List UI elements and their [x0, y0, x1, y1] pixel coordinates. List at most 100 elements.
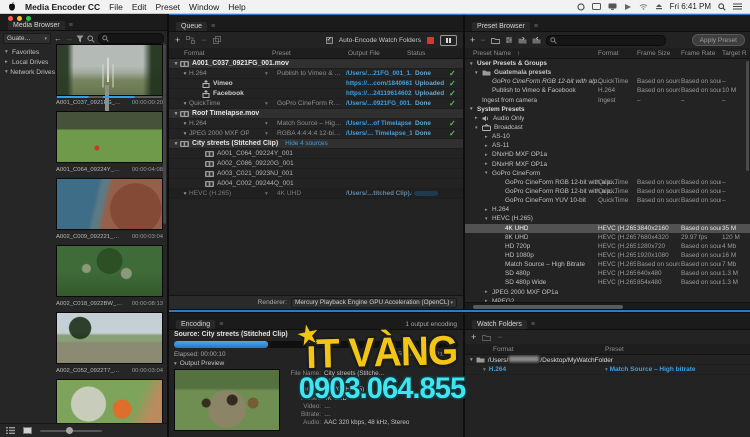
- filter-icon[interactable]: [76, 35, 84, 43]
- menu-item[interactable]: Window: [189, 2, 219, 12]
- queue-row[interactable]: A003_C021_0923NJ_001 ▾ ✓: [169, 169, 463, 179]
- add-source-button[interactable]: +: [175, 35, 180, 45]
- row-preset[interactable]: RGBA 4:4:4:4 12-bit (BC…: [277, 130, 342, 137]
- row-output-file[interactable]: /Users/…of Timelapse.mp4: [346, 120, 412, 127]
- col-preset[interactable]: Preset: [605, 346, 624, 353]
- col-preset-name[interactable]: Preset Name: [473, 50, 511, 57]
- close-button[interactable]: [8, 16, 13, 21]
- queue-row[interactable]: HEVC (H.265) ▾ 4K UHD /Users/…titched Cl…: [169, 189, 463, 199]
- row-output-file[interactable]: https://…com/184066142: [346, 80, 412, 87]
- row-preset[interactable]: GoPro CineForm RGB 12…: [277, 100, 342, 107]
- media-search-input[interactable]: [98, 33, 164, 44]
- display-icon[interactable]: [608, 3, 617, 10]
- menu-clock[interactable]: Fri 6:41 PM: [670, 2, 711, 11]
- tree-item[interactable]: Network Drives: [0, 67, 55, 77]
- panel-menu-icon[interactable]: ≡: [534, 23, 538, 30]
- preset-row[interactable]: JPEG 2000 MXF OP1a: [465, 287, 750, 297]
- clip-thumbnail[interactable]: [56, 178, 163, 230]
- queue-row[interactable]: A001_C037_0921FG_001.mov ▾ ✓: [169, 59, 463, 69]
- queue-row[interactable]: H.264 ▾ Publish to Vimeo & Face… /Users/…: [169, 69, 463, 79]
- zoom-button[interactable]: [26, 16, 31, 21]
- preset-row[interactable]: 8K UHD HEVC (H.265) 7680x4320 29.97 fps …: [465, 232, 750, 242]
- tab-media-browser[interactable]: Media Browser: [8, 20, 65, 30]
- zoom-icon[interactable]: [87, 34, 95, 43]
- col-preset[interactable]: Preset: [272, 50, 291, 57]
- export-preset-icon[interactable]: [532, 36, 541, 44]
- apple-menu-icon[interactable]: [8, 2, 16, 11]
- row-preset[interactable]: Match Source – High bitr…: [277, 120, 342, 127]
- preset-row[interactable]: HD 1080p HEVC (H.265) 1920x1080 Based on…: [465, 250, 750, 261]
- media-clip[interactable]: A002_C052_0922T7_… 00:00:03:04: [56, 312, 163, 375]
- watch-folder-preset-row[interactable]: ▾ H.264 ▾ Match Source – High bitrate: [465, 365, 750, 375]
- add-watch-folder-button[interactable]: +: [471, 332, 476, 342]
- format-dropdown-icon[interactable]: ▾: [483, 367, 486, 373]
- media-clip[interactable]: A001_C037_0921FG_… 00:00:00:20: [56, 44, 163, 107]
- preset-dropdown-icon[interactable]: ▾: [265, 121, 268, 127]
- preset-row[interactable]: Match Source – High Bitrate HEVC (H.265)…: [465, 260, 750, 270]
- preset-row[interactable]: GoPro CineForm RGB 12-bit with alpha… Qu…: [465, 186, 750, 197]
- menu-item[interactable]: File: [109, 2, 123, 12]
- drive-dropdown[interactable]: Guate… ▾: [3, 33, 51, 44]
- preset-dropdown-icon[interactable]: ▾: [265, 71, 268, 77]
- preset-row[interactable]: HD 720p HEVC (H.265) 1280x720 Based on s…: [465, 241, 750, 251]
- tab-watch-folders[interactable]: Watch Folders: [472, 319, 527, 329]
- tab-preset-browser[interactable]: Preset Browser: [472, 21, 530, 31]
- col-output-file[interactable]: Output File: [348, 50, 380, 57]
- col-frame-rate[interactable]: Frame Rate: [681, 50, 715, 57]
- col-format[interactable]: Format: [184, 50, 205, 57]
- preset-row[interactable]: GoPro CineForm RGB 12-bit with alpha (Al…: [465, 77, 750, 87]
- tree-item[interactable]: Local Drives: [0, 57, 55, 67]
- queue-row[interactable]: A001_C064_09224Y_001 ▾ ✓: [169, 149, 463, 159]
- preset-row[interactable]: Ingest from camera Ingest – – –: [465, 95, 750, 105]
- stop-queue-button[interactable]: [427, 36, 434, 44]
- minimize-button[interactable]: [17, 16, 22, 21]
- remove-preset-button[interactable]: −: [480, 35, 485, 45]
- sync-icon[interactable]: [577, 2, 585, 11]
- panel-menu-icon[interactable]: ≡: [219, 321, 223, 328]
- row-format[interactable]: Facebook: [213, 90, 244, 97]
- auto-encode-checkbox[interactable]: ✓: [325, 36, 333, 44]
- slider-knob[interactable]: [66, 427, 73, 434]
- sort-ascending-icon[interactable]: ↑: [517, 50, 520, 57]
- preset-row[interactable]: DNxHD MXF OP1a: [465, 150, 750, 160]
- row-format[interactable]: H.264: [189, 70, 207, 77]
- tab-encoding[interactable]: Encoding: [176, 319, 216, 329]
- preset-row[interactable]: System Presets: [465, 104, 750, 114]
- thumbnail-size-slider[interactable]: [40, 427, 102, 434]
- preset-row[interactable]: Guatemala presets: [465, 68, 750, 78]
- row-format[interactable]: HEVC (H.265): [189, 190, 231, 197]
- duplicate-icon[interactable]: [212, 36, 221, 44]
- watch-folder-preset[interactable]: ▾ Match Source – High bitrate: [605, 366, 696, 373]
- apply-preset-button[interactable]: Apply Preset: [691, 34, 745, 46]
- col-status[interactable]: Status: [407, 50, 425, 57]
- panel-menu-icon[interactable]: ≡: [531, 321, 535, 328]
- output-preview-toggle[interactable]: Output Preview: [174, 360, 224, 367]
- preset-dropdown-icon[interactable]: ▾: [265, 101, 268, 107]
- pause-queue-button[interactable]: [440, 34, 457, 46]
- row-output-file[interactable]: /Users/…titched Clip).mp4: [346, 190, 412, 197]
- preset-row[interactable]: GoPro CineForm RGB 12-bit with alpha Qui…: [465, 177, 750, 187]
- menu-item[interactable]: Edit: [132, 2, 147, 12]
- preset-row[interactable]: H.264: [465, 205, 750, 215]
- clip-thumbnail[interactable]: [56, 379, 163, 423]
- menu-item[interactable]: Preset: [155, 2, 180, 12]
- preset-row[interactable]: User Presets & Groups: [465, 59, 750, 69]
- row-format[interactable]: Vimeo: [213, 80, 233, 87]
- preset-row[interactable]: Broadcast: [465, 122, 750, 133]
- row-format[interactable]: H.264: [189, 120, 207, 127]
- preset-settings-icon[interactable]: [505, 36, 513, 44]
- import-preset-icon[interactable]: [518, 36, 527, 44]
- preset-row[interactable]: AS-10: [465, 132, 750, 142]
- clip-thumbnail[interactable]: [56, 312, 163, 364]
- media-scrollbar[interactable]: [163, 44, 166, 224]
- col-target-rate[interactable]: Target R: [722, 50, 747, 57]
- preset-row[interactable]: DNxHR MXF OP1a: [465, 159, 750, 169]
- app-menu-title[interactable]: Media Encoder CC: [25, 2, 100, 12]
- preset-dropdown-icon[interactable]: ▾: [265, 131, 268, 137]
- panel-divider-accent[interactable]: [169, 310, 750, 312]
- tree-item[interactable]: Favorites: [0, 47, 55, 57]
- panel-menu-icon[interactable]: ≡: [211, 23, 215, 30]
- media-clip[interactable]: A002_C018_0922BW_… 00:00:08:13: [56, 245, 163, 308]
- preset-horizontal-scrollbar[interactable]: [465, 302, 750, 309]
- clip-thumbnail[interactable]: [56, 245, 163, 297]
